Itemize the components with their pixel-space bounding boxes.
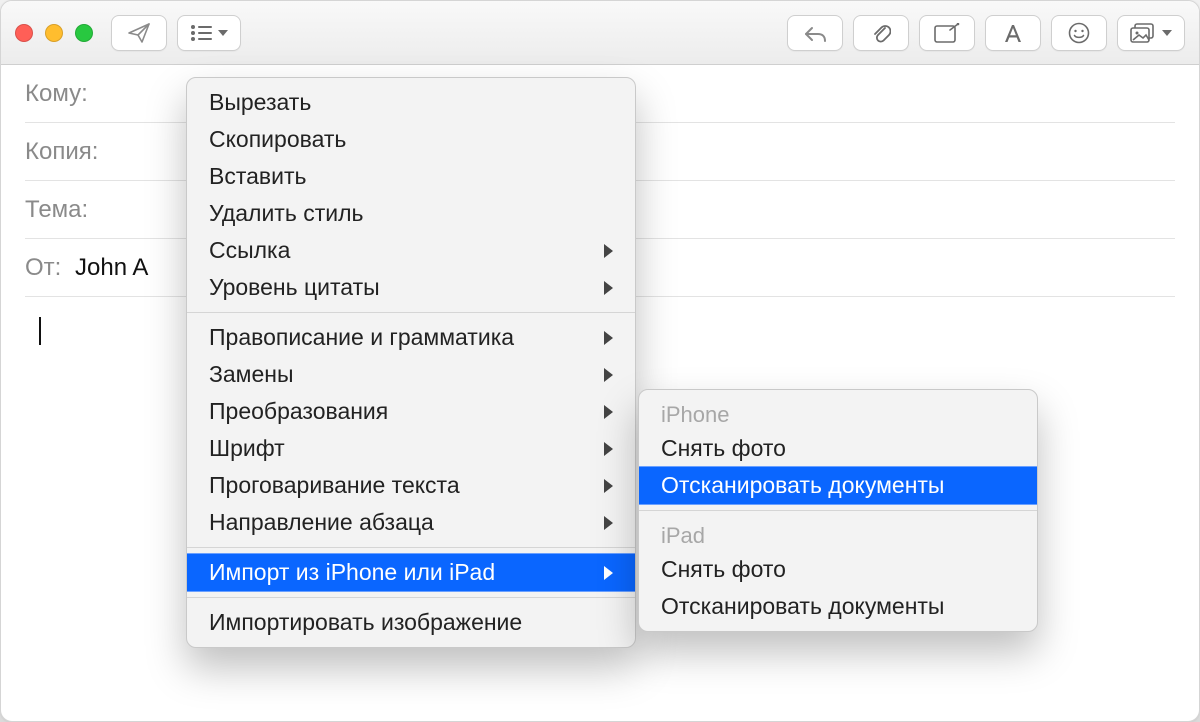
menu-item-quote-level[interactable]: Уровень цитаты (187, 269, 635, 306)
chevron-down-icon (1162, 30, 1172, 36)
smiley-icon (1068, 22, 1090, 44)
text-caret (39, 317, 41, 345)
menu-item-speech[interactable]: Проговаривание текста (187, 467, 635, 504)
photo-browser-button[interactable] (1117, 15, 1185, 51)
submenu-item-ipad-take-photo[interactable]: Снять фото (639, 551, 1037, 588)
titlebar (1, 1, 1199, 65)
menu-item-font[interactable]: Шрифт (187, 430, 635, 467)
window-controls (15, 24, 93, 42)
submenu-arrow-icon (604, 442, 613, 456)
chevron-down-icon (218, 30, 228, 36)
submenu-arrow-icon (604, 566, 613, 580)
menu-separator (639, 510, 1037, 511)
menu-item-spelling[interactable]: Правописание и грамматика (187, 319, 635, 356)
menu-separator (187, 312, 635, 313)
submenu-arrow-icon (604, 405, 613, 419)
mail-compose-window: Кому: Копия: Тема: От: John A Вырезать С… (0, 0, 1200, 722)
context-menu: Вырезать Скопировать Вставить Удалить ст… (186, 77, 636, 648)
reply-button[interactable] (787, 15, 843, 51)
font-a-icon (1003, 23, 1023, 43)
list-icon (190, 25, 212, 41)
submenu-item-ipad-scan-documents[interactable]: Отсканировать документы (639, 588, 1037, 625)
format-button[interactable] (985, 15, 1041, 51)
submenu-arrow-icon (604, 368, 613, 382)
paperclip-icon (871, 22, 891, 44)
menu-separator (187, 597, 635, 598)
from-value: John A (75, 254, 148, 282)
submenu-item-iphone-scan-documents[interactable]: Отсканировать документы (639, 467, 1037, 504)
header-fields-button[interactable] (177, 15, 241, 51)
menu-item-transformations[interactable]: Преобразования (187, 393, 635, 430)
submenu-header-ipad: iPad (639, 517, 1037, 551)
submenu-arrow-icon (604, 516, 613, 530)
minimize-window-button[interactable] (45, 24, 63, 42)
close-window-button[interactable] (15, 24, 33, 42)
menu-item-cut[interactable]: Вырезать (187, 84, 635, 121)
paper-plane-icon (127, 22, 151, 44)
menu-item-paragraph-direction[interactable]: Направление абзаца (187, 504, 635, 541)
from-label: От: (25, 254, 69, 282)
markup-button[interactable] (919, 15, 975, 51)
attach-button[interactable] (853, 15, 909, 51)
menu-item-paste[interactable]: Вставить (187, 158, 635, 195)
menu-item-substitutions[interactable]: Замены (187, 356, 635, 393)
cc-label: Копия: (25, 138, 101, 166)
menu-item-link[interactable]: Ссылка (187, 232, 635, 269)
reply-arrow-icon (803, 24, 827, 42)
menu-item-remove-style[interactable]: Удалить стиль (187, 195, 635, 232)
subject-label: Тема: (25, 196, 101, 224)
submenu-arrow-icon (604, 331, 613, 345)
markup-icon (934, 23, 960, 43)
submenu-arrow-icon (604, 281, 613, 295)
import-submenu: iPhone Снять фото Отсканировать документ… (638, 389, 1038, 632)
to-label: Кому: (25, 80, 101, 108)
menu-separator (187, 547, 635, 548)
menu-item-copy[interactable]: Скопировать (187, 121, 635, 158)
submenu-item-iphone-take-photo[interactable]: Снять фото (639, 430, 1037, 467)
menu-item-import-from-device[interactable]: Импорт из iPhone или iPad (187, 554, 635, 591)
menu-item-import-image[interactable]: Импортировать изображение (187, 604, 635, 641)
photos-icon (1130, 23, 1156, 43)
emoji-button[interactable] (1051, 15, 1107, 51)
maximize-window-button[interactable] (75, 24, 93, 42)
submenu-arrow-icon (604, 244, 613, 258)
submenu-header-iphone: iPhone (639, 396, 1037, 430)
send-button[interactable] (111, 15, 167, 51)
submenu-arrow-icon (604, 479, 613, 493)
